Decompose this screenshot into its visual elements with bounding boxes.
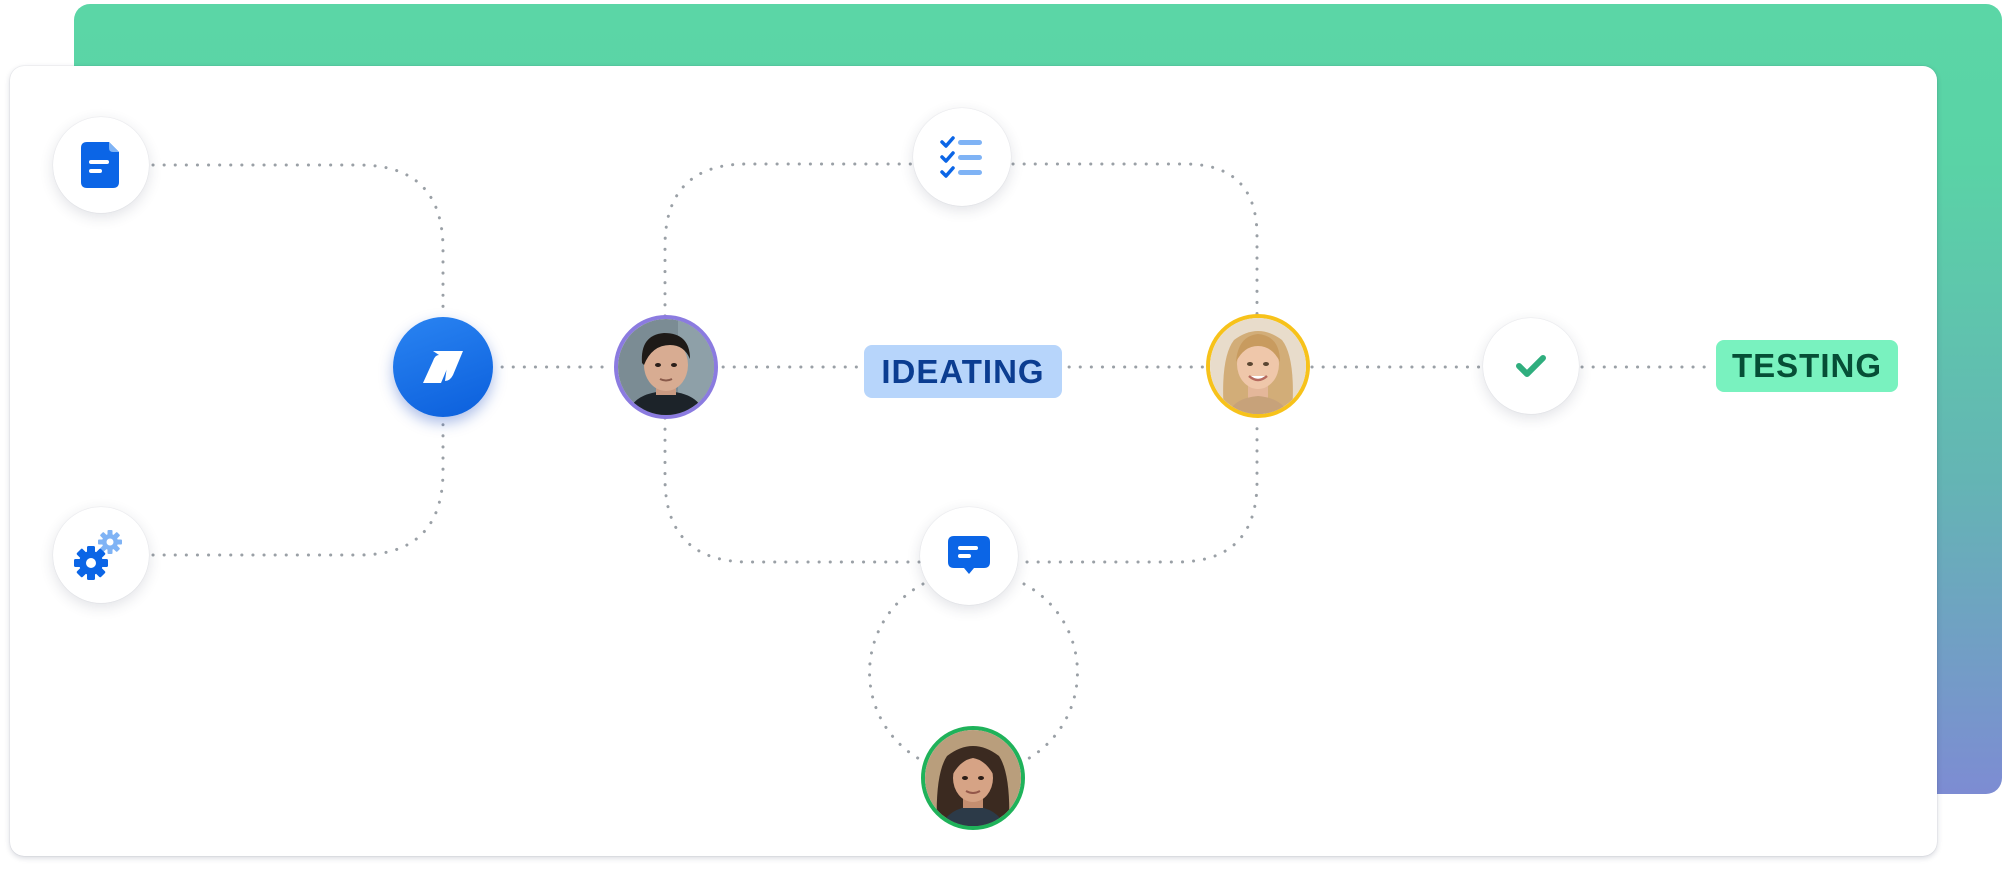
- comment-node[interactable]: [920, 507, 1018, 605]
- brand-logo-icon: [423, 351, 463, 383]
- connector-comment-loop: [868, 582, 925, 763]
- checklist-icon: [940, 136, 982, 178]
- document-node[interactable]: [53, 117, 149, 213]
- workflow-diagram-card: IDEATING TESTING: [10, 66, 1937, 856]
- checkmark-icon: [1516, 355, 1546, 377]
- avatar-woman-blonde[interactable]: [1206, 314, 1310, 418]
- avatar-man-image: [618, 319, 714, 415]
- ideating-label-text: IDEATING: [881, 352, 1045, 390]
- connector-loop-top-right: [1011, 162, 1259, 316]
- connector-document-hub: [151, 163, 445, 309]
- connector-comment-loop-right: [1022, 582, 1079, 763]
- ideating-stage-label: IDEATING: [864, 345, 1062, 398]
- check-node[interactable]: [1483, 318, 1579, 414]
- testing-stage-label: TESTING: [1716, 340, 1898, 392]
- comment-icon: [948, 536, 990, 574]
- settings-node[interactable]: [53, 507, 149, 603]
- avatar-man[interactable]: [614, 315, 718, 419]
- connector-loop-bottom: [663, 416, 922, 564]
- connector-loop-bottom-right: [1025, 418, 1259, 564]
- document-icon: [81, 142, 119, 188]
- gears-icon: [74, 530, 122, 580]
- connector-settings-hub: [151, 413, 445, 557]
- avatar-woman-dark-image: [925, 730, 1021, 826]
- checklist-node[interactable]: [913, 108, 1011, 206]
- testing-label-text: TESTING: [1731, 347, 1882, 384]
- avatar-woman-dark[interactable]: [921, 726, 1025, 830]
- brand-hub-node[interactable]: [393, 317, 493, 417]
- avatar-woman-blonde-image: [1210, 318, 1306, 414]
- connector-loop-top: [663, 162, 914, 318]
